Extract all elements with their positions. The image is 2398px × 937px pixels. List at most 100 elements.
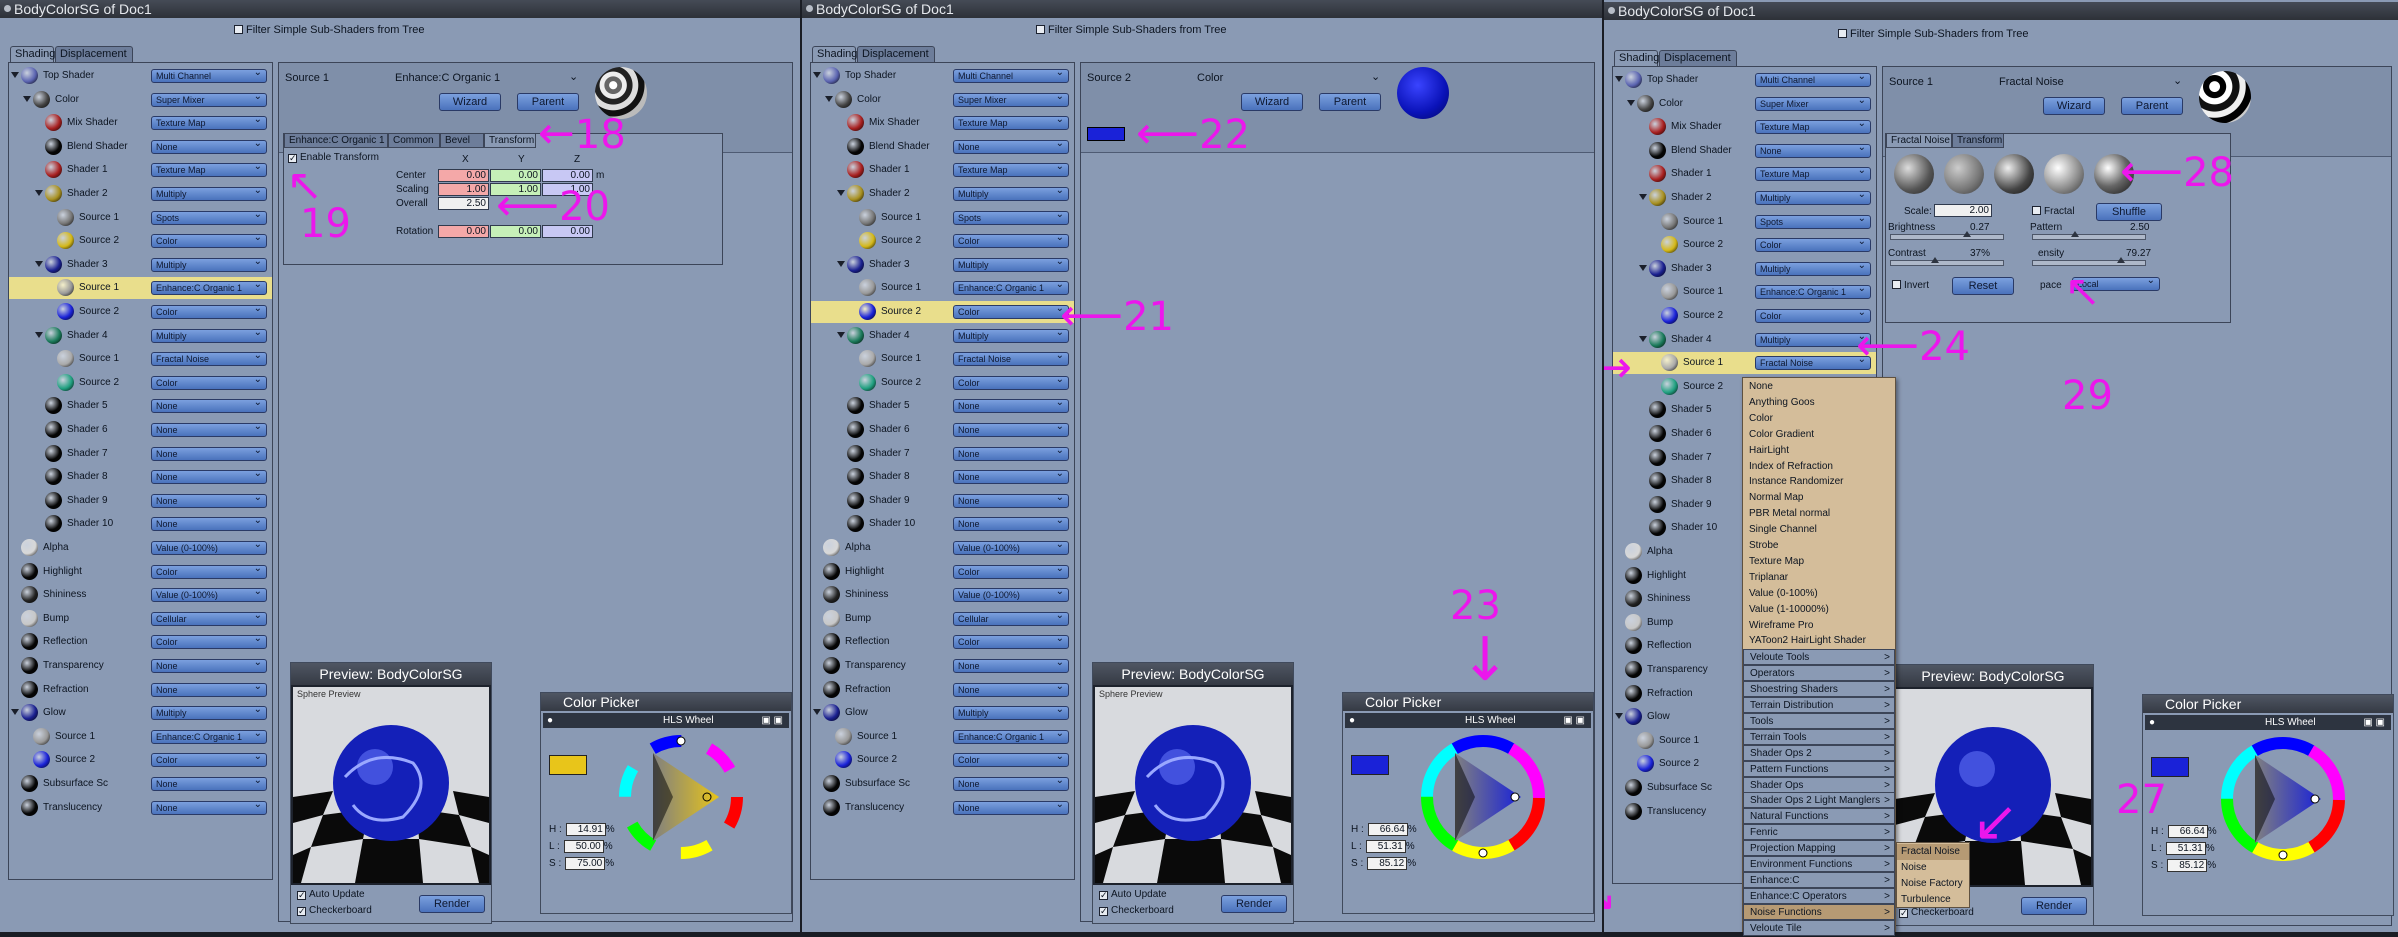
shader-type-select[interactable]: Multi Channel — [151, 69, 267, 83]
tree-row[interactable]: Source 2 Color — [1613, 234, 1876, 256]
shader-type-select[interactable]: Multiply — [151, 257, 267, 272]
menu-item[interactable]: Shader Ops 2 — [1743, 744, 1895, 762]
fractal-option[interactable]: Fractal — [2032, 206, 2075, 217]
shader-type-select[interactable]: None — [151, 470, 267, 485]
shader-type-select[interactable]: Value (0-100%) — [151, 588, 267, 603]
shader-type-select[interactable]: None — [151, 399, 267, 414]
shader-type-select[interactable]: None — [953, 139, 1069, 154]
filter-option[interactable]: Filter Simple Sub-Shaders from Tree — [1838, 28, 2029, 40]
menu-item[interactable]: Shader Ops 2 Light Manglers — [1743, 792, 1895, 809]
tree-row[interactable]: Source 1 Enhance:C Organic 1 — [1613, 281, 1876, 303]
shader-type-select[interactable]: Multiply — [953, 257, 1069, 272]
shader-type-select[interactable]: None — [953, 800, 1069, 815]
shader-type-select[interactable]: None — [1755, 143, 1871, 158]
tree-row[interactable]: Translucency None — [811, 797, 1074, 819]
menu-item[interactable]: Noise Functions — [1743, 903, 1895, 921]
tree-row[interactable]: Shininess Value (0-100%) — [9, 584, 272, 606]
auto-update-checkbox[interactable]: ✓ — [297, 891, 306, 900]
slider-knob[interactable] — [1931, 257, 1939, 263]
expand-toggle-icon[interactable] — [1615, 76, 1623, 82]
tree-row[interactable]: Color Super Mixer — [1613, 93, 1876, 115]
shader-type-select[interactable]: Fractal Noise — [151, 352, 267, 367]
shader-type-select[interactable]: Color — [953, 375, 1069, 390]
shader-type-select[interactable]: None — [953, 493, 1069, 508]
tree-row[interactable]: Shader 9 None — [811, 490, 1074, 512]
filter-option[interactable]: Filter Simple Sub-Shaders from Tree — [1036, 24, 1227, 36]
preset-thumb-1[interactable] — [1894, 154, 1934, 194]
picker-dot-icon[interactable]: ● — [2149, 715, 2155, 730]
expand-toggle-icon[interactable] — [1639, 335, 1647, 342]
menu-item[interactable]: Strobe — [1743, 538, 1895, 554]
shader-type-select[interactable]: None — [953, 659, 1069, 673]
shader-type-select[interactable]: None — [953, 399, 1069, 414]
hue-field[interactable]: 66.64 — [2167, 825, 2208, 838]
tab-displacement[interactable]: Displacement — [55, 46, 133, 62]
expand-toggle-icon[interactable] — [35, 260, 43, 267]
tree-row[interactable]: Shader 1 Texture Map — [811, 159, 1074, 181]
tree-row[interactable]: Shader 4 Multiply — [811, 325, 1074, 347]
subtab-transform[interactable]: Transform — [484, 133, 536, 148]
window-dot-icon[interactable] — [1608, 7, 1615, 14]
scaling-x-field[interactable]: 1.00 — [438, 183, 489, 196]
submenu-item[interactable]: Noise — [1897, 860, 1969, 876]
contrast-slider[interactable] — [1890, 257, 2004, 266]
menu-item[interactable]: Terrain Tools — [1743, 728, 1895, 746]
shader-type-select[interactable]: Enhance:C Organic 1 — [1755, 285, 1871, 300]
tree-row[interactable]: Shader 5 None — [9, 395, 272, 417]
shader-type-select[interactable]: Multi Channel — [1755, 73, 1871, 87]
tab-shading[interactable]: Shading — [1614, 50, 1659, 66]
hls-mode-select[interactable]: HLS Wheel — [2265, 715, 2316, 730]
shader-type-select[interactable]: Color — [151, 564, 267, 579]
shader-type-select[interactable]: None — [953, 517, 1069, 532]
tree-row[interactable]: Blend Shader None — [9, 136, 272, 158]
menu-item[interactable]: Fenric — [1743, 824, 1895, 841]
tree-row[interactable]: Transparency None — [9, 655, 272, 677]
shader-type-select[interactable]: Texture Map — [953, 163, 1069, 178]
tree-row[interactable]: Source 2 Color — [9, 749, 272, 771]
tree-row[interactable]: Color Super Mixer — [811, 89, 1074, 111]
menu-item[interactable]: HairLight — [1743, 443, 1895, 459]
shader-type-select[interactable]: None — [151, 446, 267, 461]
shader-type-select[interactable]: Color — [953, 305, 1069, 319]
shader-type-select[interactable]: None — [151, 493, 267, 508]
expand-toggle-icon[interactable] — [35, 190, 43, 196]
saturation-field[interactable]: 85.12 — [2167, 859, 2208, 872]
tree-row[interactable]: Shader 3 Multiply — [9, 254, 272, 276]
shader-type-select[interactable]: Cellular — [151, 611, 267, 626]
slider-knob[interactable] — [2117, 257, 2125, 263]
shader-type-select[interactable]: Multiply — [151, 187, 267, 201]
wizard-button[interactable]: Wizard — [439, 93, 501, 111]
reset-button[interactable]: Reset — [1952, 277, 2014, 295]
expand-toggle-icon[interactable] — [23, 95, 31, 102]
tree-row[interactable]: Color Super Mixer — [9, 89, 272, 111]
submenu-item[interactable]: Fractal Noise — [1897, 844, 1969, 860]
tree-row[interactable]: Source 1 Fractal Noise — [811, 348, 1074, 370]
brightness-slider[interactable] — [1890, 231, 2004, 240]
menu-item[interactable]: Environment Functions — [1743, 856, 1895, 873]
window-dot-icon[interactable] — [806, 5, 813, 12]
header-menu-icon[interactable]: ⌄ — [1371, 70, 1380, 83]
wizard-button[interactable]: Wizard — [2043, 97, 2105, 115]
filter-checkbox[interactable] — [234, 25, 243, 34]
tree-row[interactable]: Subsurface Sc None — [9, 773, 272, 795]
menu-item[interactable]: Veloute Tools — [1743, 649, 1895, 666]
menu-item[interactable]: Texture Map — [1743, 554, 1895, 570]
shader-type-select[interactable]: Multiply — [151, 328, 267, 343]
invert-checkbox[interactable] — [1892, 280, 1901, 289]
tree-row[interactable]: Refraction None — [9, 679, 272, 701]
lightness-field[interactable]: 50.00 — [563, 840, 604, 853]
hls-color-wheel[interactable] — [619, 735, 743, 859]
tab-shading[interactable]: Shading — [10, 46, 55, 62]
tree-row[interactable]: Source 1 Enhance:C Organic 1 — [811, 726, 1074, 748]
tree-row[interactable]: Shader 2 Multiply — [811, 183, 1074, 205]
subtab-common[interactable]: Common — [388, 133, 440, 148]
picker-tools-icon[interactable]: ▣ ▣ — [1563, 713, 1585, 728]
menu-item[interactable]: Value (1-10000%) — [1743, 602, 1895, 618]
shader-type-select[interactable]: Texture Map — [953, 116, 1069, 131]
filter-option[interactable]: Filter Simple Sub-Shaders from Tree — [234, 24, 425, 36]
checkerboard-option[interactable]: ✓ Checkerboard — [297, 905, 372, 916]
shader-type-select[interactable]: None — [151, 139, 267, 154]
tree-row[interactable]: Source 2 Color — [811, 749, 1074, 771]
tree-row[interactable]: Mix Shader Texture Map — [811, 112, 1074, 134]
tree-row[interactable]: Source 2 Color — [811, 301, 1074, 323]
